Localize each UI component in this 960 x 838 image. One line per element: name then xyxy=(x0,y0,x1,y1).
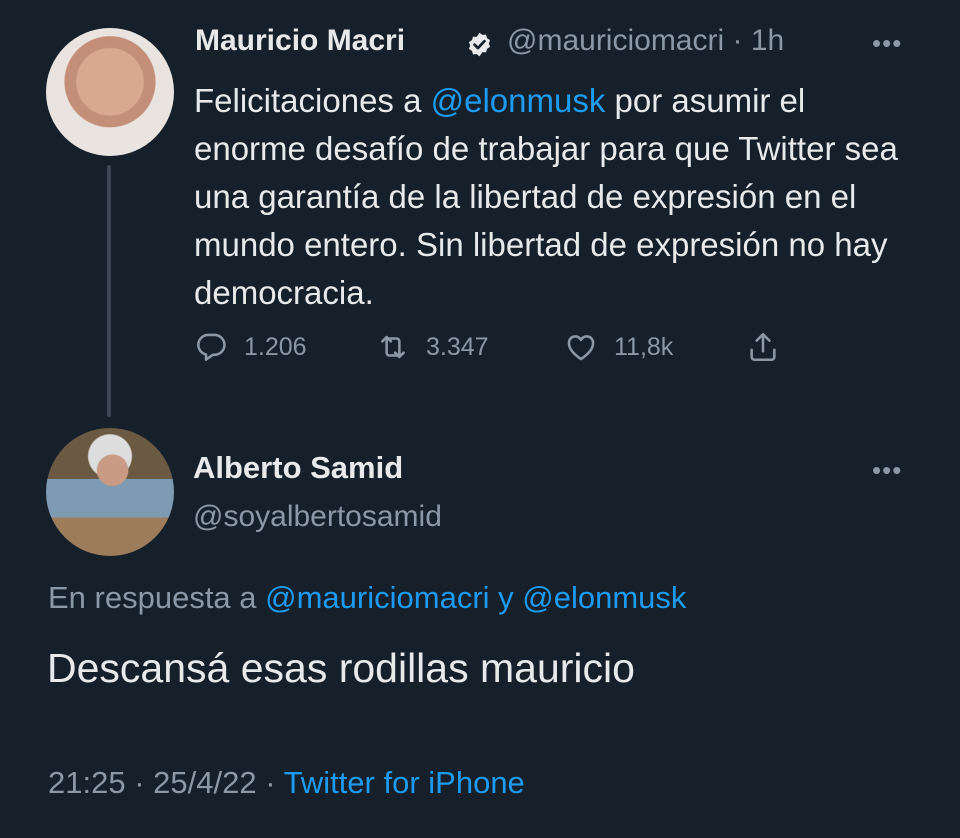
like-button[interactable]: 11,8k xyxy=(564,330,673,364)
retweet-icon xyxy=(381,335,405,359)
share-icon xyxy=(750,332,776,362)
replying-mention-2[interactable]: @elonmusk xyxy=(522,580,686,615)
reply-author-avatar[interactable] xyxy=(46,428,174,556)
author-avatar[interactable] xyxy=(46,28,174,156)
verified-badge-icon xyxy=(468,32,491,57)
reply-count: 1.206 xyxy=(244,332,307,361)
reply-time[interactable]: 21:25 xyxy=(48,765,126,800)
replying-to: En respuesta a @mauriciomacri y @elonmus… xyxy=(48,580,686,616)
mention-link[interactable]: @elonmusk xyxy=(431,82,606,119)
thread-line xyxy=(107,165,111,417)
more-options-icon[interactable]: ••• xyxy=(872,28,902,59)
meta-separator-2: · xyxy=(256,765,284,800)
retweet-count: 3.347 xyxy=(426,332,489,361)
author-handle[interactable]: @mauriciomacri xyxy=(507,24,724,57)
reply-bubble-icon xyxy=(197,333,226,361)
author-handle-time: @mauriciomacri · 1h xyxy=(507,24,784,58)
retweet-button[interactable]: 3.347 xyxy=(376,330,489,364)
replying-mention-1[interactable]: @mauriciomacri xyxy=(265,580,489,615)
like-count: 11,8k xyxy=(614,332,674,361)
tweet-text: Felicitaciones a @elonmusk por asumir el… xyxy=(194,77,924,317)
tweet-meta: 21:25 · 25/4/22 · Twitter for iPhone xyxy=(48,765,525,801)
reply-author-handle[interactable]: @soyalbertosamid xyxy=(193,500,442,534)
replying-join: y xyxy=(489,580,523,615)
tweet-time[interactable]: 1h xyxy=(751,24,784,57)
meta-separator-1: · xyxy=(125,765,154,800)
reply-text: Descansá esas rodillas mauricio xyxy=(47,645,635,691)
tweet-text-start: Felicitaciones a xyxy=(194,82,431,119)
reply-author-name[interactable]: Alberto Samid xyxy=(193,450,403,486)
author-name[interactable]: Mauricio Macri xyxy=(195,24,405,58)
replying-prefix: En respuesta a xyxy=(48,580,266,615)
reply-more-options-icon[interactable]: ••• xyxy=(872,455,902,486)
heart-icon xyxy=(567,335,595,361)
source-link[interactable]: Twitter for iPhone xyxy=(284,765,525,800)
tweet-actions: 1.206 3.347 11,8k xyxy=(194,330,814,370)
share-button[interactable] xyxy=(746,330,796,364)
time-separator: · xyxy=(724,24,751,57)
reply-button[interactable]: 1.206 xyxy=(194,330,307,364)
reply-date[interactable]: 25/4/22 xyxy=(153,765,256,800)
